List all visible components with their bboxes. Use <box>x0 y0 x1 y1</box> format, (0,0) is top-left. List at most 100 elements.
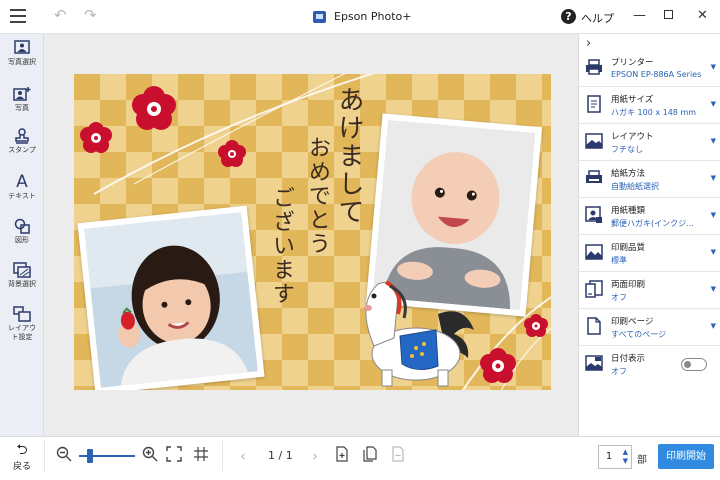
setting-paper-size[interactable]: 用紙サイズ ハガキ 100 x 148 mm ▼ <box>579 87 720 124</box>
setting-value: オフ <box>611 293 627 302</box>
layout-icon <box>585 133 603 149</box>
minimize-icon[interactable]: — <box>633 8 646 23</box>
title-bar: ↶ ↷ Epson Photo+ ? ヘルプ — ✕ <box>0 0 720 34</box>
copies-unit-label: 部 <box>637 455 647 466</box>
tool-layout[interactable]: レイアウト設定 <box>0 306 44 342</box>
setting-duplex[interactable]: 両面印刷 オフ ▼ <box>579 272 720 309</box>
setting-label: 印刷ページ <box>611 317 654 327</box>
setting-label: 用紙種類 <box>611 206 646 216</box>
back-arrow-icon: ⮌ <box>16 442 28 458</box>
horse-stamp[interactable] <box>346 274 496 390</box>
print-settings-panel: › プリンター EPSON EP-886A Series ▼ 用紙サイズ ハガキ… <box>578 34 720 436</box>
setting-label: 印刷品質 <box>611 243 646 253</box>
zoom-slider-thumb[interactable] <box>87 449 93 463</box>
tool-add-photo[interactable]: 写真 <box>0 86 44 113</box>
dropdown-arrow-icon: ▼ <box>710 100 716 108</box>
grid-icon[interactable] <box>193 446 209 466</box>
paper-feed-icon <box>586 170 602 183</box>
tool-label: 写真 <box>15 104 29 112</box>
dropdown-arrow-icon: ▼ <box>710 63 716 71</box>
setting-label: 用紙サイズ <box>611 95 654 105</box>
dropdown-arrow-icon: ▼ <box>710 248 716 256</box>
setting-label: プリンター <box>611 58 654 68</box>
tool-label: テキスト <box>8 192 36 200</box>
app-logo-icon <box>313 11 326 23</box>
close-icon[interactable]: ✕ <box>697 8 708 23</box>
setting-value: EPSON EP-886A Series <box>611 70 702 79</box>
tool-sidebar: 写真選択 写真 スタンプ A テキスト 図形 背景選択 レイアウト設定 <box>0 34 44 436</box>
next-page-icon[interactable]: › <box>312 447 318 465</box>
tool-label: 図形 <box>15 236 29 244</box>
shape-icon <box>13 218 31 234</box>
toggle-knob <box>684 360 691 368</box>
redo-icon[interactable]: ↷ <box>84 6 97 24</box>
setting-printer[interactable]: プリンター EPSON EP-886A Series ▼ <box>579 50 720 87</box>
tool-label: 背景選択 <box>8 280 36 288</box>
setting-date-display: 日付表示 オフ <box>579 346 720 383</box>
setting-print-quality[interactable]: 印刷品質 標準 ▼ <box>579 235 720 272</box>
paper-type-icon <box>585 206 602 223</box>
back-label: 戻る <box>12 462 31 472</box>
date-icon <box>585 355 603 371</box>
dropdown-arrow-icon: ▼ <box>710 285 716 293</box>
setting-label: 給紙方法 <box>611 169 646 179</box>
new-year-card[interactable]: あけまして おめでとう ございます <box>74 74 551 390</box>
greeting-line-2[interactable]: おめでとう <box>304 136 330 256</box>
setting-paper-feed[interactable]: 給紙方法 自動給紙選択 ▼ <box>579 161 720 198</box>
window-title: Epson Photo+ <box>334 10 412 23</box>
divider <box>44 441 45 471</box>
copies-stepper[interactable]: 1 ▲ ▼ <box>598 445 632 469</box>
dropdown-arrow-icon: ▼ <box>710 322 716 330</box>
help-button[interactable]: ヘルプ <box>581 10 614 26</box>
add-page-icon[interactable] <box>334 446 350 466</box>
paper-size-icon <box>587 95 601 113</box>
pages-icon <box>587 317 601 335</box>
date-display-toggle[interactable] <box>681 358 707 371</box>
photo-select-icon <box>13 40 31 56</box>
photo-frame-girl[interactable] <box>77 205 265 390</box>
zoom-in-icon[interactable] <box>142 446 158 466</box>
prev-page-icon[interactable]: ‹ <box>240 447 246 465</box>
setting-value: 自動給紙選択 <box>611 182 659 191</box>
start-print-button[interactable]: 印刷開始 <box>658 444 714 469</box>
add-photo-icon <box>13 86 31 102</box>
setting-layout[interactable]: レイアウト フチなし ▼ <box>579 124 720 161</box>
setting-value: 標準 <box>611 256 627 265</box>
preview-canvas: あけまして おめでとう ございます <box>44 34 578 436</box>
quality-icon <box>585 244 603 260</box>
back-button[interactable]: ⮌ 戻る <box>0 437 44 480</box>
dropdown-arrow-icon: ▼ <box>710 174 716 182</box>
printer-icon <box>586 59 602 75</box>
copies-spin-icon[interactable]: ▲ ▼ <box>623 448 628 466</box>
undo-icon[interactable]: ↶ <box>54 6 67 24</box>
background-icon <box>13 262 31 278</box>
help-icon[interactable]: ? <box>561 9 576 24</box>
tool-label: スタンプ <box>8 146 36 154</box>
hamburger-menu-icon[interactable] <box>10 9 26 25</box>
tool-text[interactable]: A テキスト <box>0 174 44 201</box>
setting-paper-type[interactable]: 用紙種類 郵便ハガキ(インクジ... ▼ <box>579 198 720 235</box>
tool-background[interactable]: 背景選択 <box>0 262 44 289</box>
tool-shape[interactable]: 図形 <box>0 218 44 245</box>
greeting-line-3[interactable]: ございます <box>268 186 294 306</box>
collapse-panel-icon[interactable]: › <box>586 36 591 51</box>
tool-label: 写真選択 <box>8 58 36 66</box>
tool-stamp[interactable]: スタンプ <box>0 128 44 155</box>
greeting-line-1[interactable]: あけまして <box>334 86 364 226</box>
copies-value[interactable]: 1 <box>599 451 619 462</box>
setting-print-pages[interactable]: 印刷ページ すべてのページ ▼ <box>579 309 720 346</box>
tool-photo-select[interactable]: 写真選択 <box>0 40 44 67</box>
fit-to-screen-icon[interactable] <box>166 446 182 466</box>
setting-value: 郵便ハガキ(インクジ... <box>611 219 694 228</box>
setting-label: レイアウト <box>611 132 654 142</box>
delete-page-icon[interactable] <box>390 446 406 466</box>
setting-value: オフ <box>611 367 627 376</box>
layout-settings-icon <box>13 306 31 322</box>
setting-value: フチなし <box>611 145 643 154</box>
bottom-toolbar: ⮌ 戻る ‹ 1 / 1 › 1 ▲ ▼ 部 印刷開始 <box>0 436 720 480</box>
zoom-out-icon[interactable] <box>56 446 72 466</box>
maximize-icon[interactable] <box>664 8 673 23</box>
girl-photo <box>84 212 258 388</box>
copy-page-icon[interactable] <box>362 446 378 466</box>
setting-value: ハガキ 100 x 148 mm <box>611 108 697 117</box>
